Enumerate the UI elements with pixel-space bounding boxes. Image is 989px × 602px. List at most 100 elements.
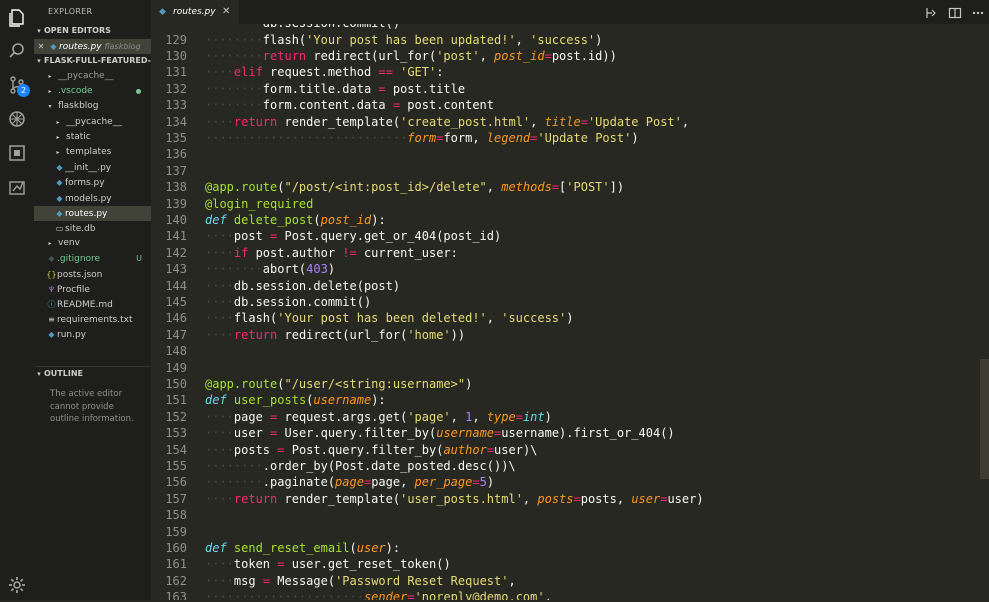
code-line: 132 ········form.title.data = post.title bbox=[151, 81, 989, 97]
code-token: user bbox=[233, 426, 271, 441]
code-line: 133 ········form.content.data = post.cont… bbox=[151, 97, 989, 113]
source-control-icon[interactable] bbox=[0, 68, 34, 102]
open-editors-header[interactable]: ▾ OPEN EDITORS bbox=[34, 24, 151, 38]
close-icon[interactable]: ✕ bbox=[34, 39, 48, 54]
outline-header[interactable]: ▾ OUTLINE bbox=[34, 366, 151, 381]
tree-item-label: __pycache__ bbox=[58, 71, 114, 81]
code-token: user.get_reset_token() bbox=[284, 557, 451, 572]
code-token: flash( bbox=[233, 311, 278, 326]
project-folder-header[interactable]: ▾ FLASK-FULL-FEATURED-... bbox=[34, 54, 151, 68]
tree-item[interactable]: {}posts.json bbox=[34, 267, 151, 282]
open-changes-icon[interactable] bbox=[924, 5, 938, 19]
code-text: ········flash('Your post has been update… bbox=[205, 32, 602, 48]
gear-icon[interactable] bbox=[0, 568, 34, 602]
code-token: = bbox=[551, 180, 560, 195]
code-token: legend bbox=[486, 130, 531, 145]
code-token: Post.query.filter_by( bbox=[284, 442, 444, 457]
code-line: 136 bbox=[151, 146, 989, 162]
more-actions-icon[interactable] bbox=[971, 5, 985, 19]
tree-item-label: Procfile bbox=[57, 284, 90, 295]
code-text: ····db.session.commit() bbox=[205, 294, 371, 310]
python-file-icon: ◆ bbox=[56, 208, 63, 218]
code-token: current_user: bbox=[356, 245, 458, 260]
code-token: user_posts bbox=[233, 393, 307, 408]
code-token: , bbox=[486, 180, 502, 195]
line-number: 133 bbox=[165, 98, 187, 113]
line-number: 149 bbox=[165, 360, 187, 375]
code-token: 'user_posts.html' bbox=[400, 491, 523, 506]
tree-item[interactable]: ▸ templates bbox=[34, 145, 151, 160]
indent-guide: ···· bbox=[205, 426, 234, 441]
code-token: username bbox=[436, 426, 495, 441]
code-line: 140 def delete_post(post_id): bbox=[151, 212, 989, 228]
line-number: 151 bbox=[165, 393, 187, 408]
line-number: 157 bbox=[165, 491, 187, 506]
code-text: ········db.session.commit() bbox=[205, 24, 400, 32]
search-icon[interactable] bbox=[0, 34, 34, 68]
tree-item[interactable]: ▸ .vscode bbox=[34, 84, 151, 99]
tree-item[interactable]: ≡ requirements.txt bbox=[34, 312, 151, 327]
tree-item[interactable]: ▸ static bbox=[34, 130, 151, 145]
code-text: ····user = User.query.filter_by(username… bbox=[205, 425, 675, 441]
code-token: 'Update Post' bbox=[537, 130, 632, 145]
code-token: ) bbox=[486, 475, 495, 490]
python-file-icon: ◆ bbox=[56, 178, 63, 188]
code-text: ····return render_template('user_posts.h… bbox=[205, 491, 704, 507]
code-token: 'POST' bbox=[566, 180, 610, 195]
code-token: ) bbox=[465, 376, 473, 391]
code-token: user bbox=[631, 491, 661, 506]
explorer-icon[interactable] bbox=[0, 1, 34, 35]
code-token: ( bbox=[349, 540, 357, 555]
tree-item[interactable]: ♆ Procfile bbox=[34, 282, 151, 297]
open-editor-item[interactable]: ✕ ◆ routes.py flaskblog bbox=[34, 39, 151, 54]
debug-icon[interactable] bbox=[0, 102, 34, 136]
tree-item-label: routes.py bbox=[65, 208, 108, 219]
tree-item[interactable]: ◆ forms.py bbox=[34, 175, 151, 190]
code-token: , bbox=[479, 48, 495, 63]
tree-item[interactable]: ◆ __init__.py bbox=[34, 160, 151, 175]
markdown-file-icon: ⓘ bbox=[47, 300, 56, 309]
indent-guide: ········ bbox=[205, 98, 263, 113]
tree-item[interactable]: ◆ .gitignore U bbox=[34, 251, 151, 266]
code-token: form, bbox=[443, 130, 487, 145]
code-token: 'home' bbox=[407, 327, 451, 342]
close-icon[interactable]: ✕ bbox=[222, 0, 230, 24]
code-token: sender bbox=[363, 590, 408, 600]
code-token: redirect(url_for( bbox=[277, 327, 408, 342]
indent-guide: ········ bbox=[205, 24, 263, 30]
line-number: 132 bbox=[165, 81, 187, 96]
line-number: 162 bbox=[165, 573, 187, 588]
code-token: 'Password Reset Request' bbox=[335, 573, 509, 588]
tree-item[interactable]: ◆ run.py bbox=[34, 327, 151, 342]
code-token: post.author bbox=[248, 245, 343, 260]
extensions-icon[interactable] bbox=[0, 136, 34, 170]
tree-item[interactable]: ▸ __pycache__ bbox=[34, 69, 151, 84]
tree-item[interactable]: ▸ __pycache__ bbox=[34, 115, 151, 130]
split-editor-icon[interactable] bbox=[948, 5, 962, 19]
modified-dot bbox=[136, 89, 141, 95]
line-number: 163 bbox=[165, 590, 187, 600]
code-token: ): bbox=[371, 393, 386, 408]
remote-explorer-icon[interactable] bbox=[0, 170, 34, 204]
code-line: 154 ····posts = Post.query.filter_by(auth… bbox=[151, 442, 989, 458]
code-token: , bbox=[544, 590, 552, 600]
tree-item[interactable]: ▭ site.db bbox=[34, 221, 151, 236]
code-text: ········.paginate(page=page, per_page=5) bbox=[205, 474, 494, 490]
code-token: def bbox=[205, 393, 227, 408]
line-number: 130 bbox=[165, 48, 187, 63]
tree-item[interactable]: ⓘ README.md bbox=[34, 297, 151, 312]
tab-routes-py[interactable]: ◆ routes.py ✕ bbox=[151, 0, 239, 24]
tree-item[interactable]: ▾ flaskblog bbox=[34, 99, 151, 114]
text-file-icon: ≡ bbox=[48, 315, 55, 325]
code-editor[interactable]: ········db.session.commit()129········fl… bbox=[151, 24, 989, 600]
code-line: ········db.session.commit() bbox=[151, 24, 989, 32]
tree-item[interactable]: ◆ models.py bbox=[34, 191, 151, 206]
line-number: 143 bbox=[165, 262, 187, 277]
code-token: = bbox=[277, 442, 285, 457]
scrollbar-thumb[interactable] bbox=[980, 359, 989, 479]
editor-scrollbar[interactable] bbox=[980, 24, 989, 600]
code-token: render_template( bbox=[277, 114, 401, 129]
code-line: 137 bbox=[151, 163, 989, 179]
tree-item[interactable]: ▸ venv bbox=[34, 236, 151, 251]
tree-item[interactable]: ◆ routes.py bbox=[34, 205, 151, 221]
